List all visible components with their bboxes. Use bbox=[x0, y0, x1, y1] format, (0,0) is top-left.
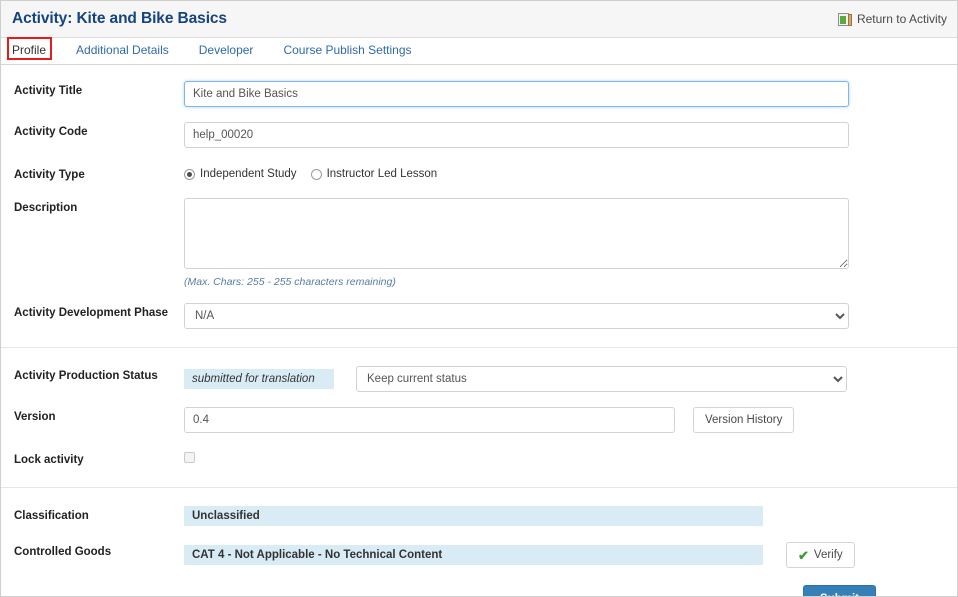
field-development-phase: N/A bbox=[184, 303, 957, 329]
lock-activity-checkbox[interactable] bbox=[184, 452, 195, 463]
activity-code-input[interactable] bbox=[184, 122, 849, 148]
label-activity-type: Activity Type bbox=[14, 169, 85, 181]
tab-profile[interactable]: Profile bbox=[12, 43, 46, 64]
label-lock-activity: Lock activity bbox=[14, 454, 84, 466]
field-production-status: submitted for translation Keep current s… bbox=[184, 366, 957, 392]
field-version: Version History bbox=[184, 407, 957, 433]
radio-icon-instructor-led-lesson[interactable] bbox=[310, 168, 322, 180]
label-controlled-goods: Controlled Goods bbox=[14, 546, 112, 558]
label-classification: Classification bbox=[14, 510, 89, 522]
label-activity-title: Activity Title bbox=[14, 85, 83, 97]
label-activity-code: Activity Code bbox=[14, 126, 88, 138]
activity-profile-page: Activity: Kite and Bike Basics Return to… bbox=[0, 0, 958, 597]
field-submit: Submit bbox=[184, 585, 957, 596]
row-activity-title: Activity Title bbox=[1, 65, 957, 107]
radio-label-instructor-led-lesson: Instructor Led Lesson bbox=[326, 168, 438, 180]
controlled-goods-value: CAT 4 - Not Applicable - No Technical Co… bbox=[184, 545, 763, 565]
page-title: Activity: Kite and Bike Basics bbox=[12, 10, 227, 27]
row-activity-type: Activity Type Independent Study Instruct… bbox=[1, 148, 957, 181]
version-input[interactable] bbox=[184, 407, 675, 433]
activity-title-input[interactable] bbox=[184, 81, 849, 107]
check-icon: ✔ bbox=[798, 547, 809, 563]
radio-option-independent-study[interactable]: Independent Study bbox=[184, 168, 297, 180]
row-classification: Classification Unclassified bbox=[1, 488, 957, 526]
verify-button-label: Verify bbox=[813, 549, 843, 561]
row-description: Description (Max. Chars: 255 - 255 chara… bbox=[1, 181, 957, 288]
version-history-button[interactable]: Version History bbox=[693, 407, 795, 433]
production-status-current-value: submitted for translation bbox=[184, 369, 334, 389]
door-exit-icon bbox=[837, 12, 852, 26]
row-production-status: Activity Production Status submitted for… bbox=[1, 348, 957, 392]
row-version: Version Version History bbox=[1, 392, 957, 433]
field-activity-code bbox=[184, 122, 957, 148]
field-controlled-goods: CAT 4 - Not Applicable - No Technical Co… bbox=[184, 542, 957, 568]
page-header: Activity: Kite and Bike Basics Return to… bbox=[1, 1, 957, 38]
field-description: (Max. Chars: 255 - 255 characters remain… bbox=[184, 198, 957, 288]
tab-additional-details[interactable]: Additional Details bbox=[76, 43, 169, 64]
classification-value: Unclassified bbox=[184, 506, 763, 526]
radio-label-independent-study: Independent Study bbox=[200, 168, 297, 180]
submit-button[interactable]: Submit bbox=[803, 585, 876, 596]
tab-course-publish-settings[interactable]: Course Publish Settings bbox=[283, 43, 411, 64]
radio-option-instructor-led-lesson[interactable]: Instructor Led Lesson bbox=[310, 168, 438, 180]
verify-button[interactable]: ✔ Verify bbox=[786, 542, 855, 568]
row-development-phase: Activity Development Phase N/A bbox=[1, 288, 957, 329]
return-to-activity-label: Return to Activity bbox=[856, 12, 947, 26]
label-development-phase: Activity Development Phase bbox=[14, 307, 169, 319]
field-classification: Unclassified bbox=[184, 506, 957, 526]
return-to-activity-link[interactable]: Return to Activity bbox=[837, 12, 947, 26]
activity-type-radio-group: Independent Study Instructor Led Lesson bbox=[184, 165, 957, 180]
label-submit-spacer bbox=[14, 585, 184, 589]
row-lock-activity: Lock activity bbox=[1, 433, 957, 468]
field-lock-activity bbox=[184, 450, 957, 468]
tab-bar: Profile Additional Details Developer Cou… bbox=[1, 38, 957, 65]
radio-icon-independent-study[interactable] bbox=[184, 168, 195, 180]
tab-developer[interactable]: Developer bbox=[199, 43, 254, 64]
profile-form: Activity Title Activity Code Activity Ty… bbox=[1, 65, 957, 596]
label-description: Description bbox=[14, 202, 78, 214]
field-activity-type: Independent Study Instructor Led Lesson bbox=[184, 165, 957, 180]
production-status-change-select[interactable]: Keep current status bbox=[356, 366, 847, 392]
row-submit: Submit bbox=[1, 568, 957, 596]
row-activity-code: Activity Code bbox=[1, 107, 957, 148]
label-production-status: Activity Production Status bbox=[14, 370, 158, 382]
label-version: Version bbox=[14, 411, 56, 423]
field-activity-title bbox=[184, 81, 957, 107]
description-char-counter: (Max. Chars: 255 - 255 characters remain… bbox=[184, 276, 396, 288]
description-textarea[interactable] bbox=[184, 198, 849, 269]
row-controlled-goods: Controlled Goods CAT 4 - Not Applicable … bbox=[1, 526, 957, 568]
development-phase-select[interactable]: N/A bbox=[184, 303, 849, 329]
